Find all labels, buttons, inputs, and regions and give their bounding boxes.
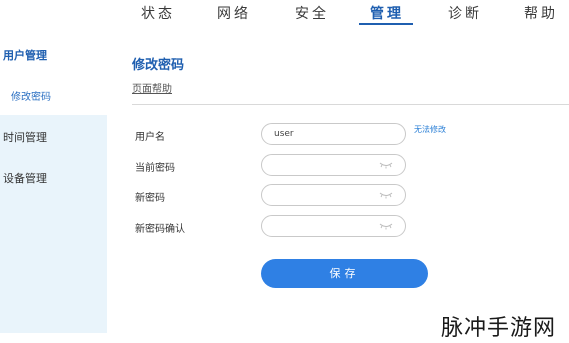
- cannot-modify-note: 无法修改: [414, 125, 446, 134]
- new-password-input[interactable]: [274, 188, 374, 202]
- sidebar-highlight-block: [0, 115, 107, 333]
- current-password-field[interactable]: [261, 154, 406, 176]
- username-input[interactable]: [274, 127, 374, 141]
- nav-item-network[interactable]: 网络: [217, 3, 251, 23]
- eye-closed-icon[interactable]: [379, 161, 393, 169]
- confirm-password-input[interactable]: [274, 219, 374, 233]
- page-title: 修改密码: [132, 58, 185, 73]
- new-password-field[interactable]: [261, 184, 406, 206]
- sidebar-item-user-management[interactable]: 用户管理: [3, 47, 47, 63]
- nav-item-status[interactable]: 状态: [141, 3, 175, 23]
- nav-active-indicator: [359, 23, 413, 25]
- sidebar-item-time-management[interactable]: 时间管理: [3, 129, 47, 145]
- sidebar-item-change-password[interactable]: 修改密码: [11, 88, 51, 103]
- new-password-label: 新密码: [135, 193, 165, 204]
- top-nav: 状态 网络 安全 管理 诊断 帮助: [0, 0, 569, 30]
- nav-item-diagnostics[interactable]: 诊断: [448, 3, 482, 23]
- divider: [132, 104, 569, 105]
- nav-item-security[interactable]: 安全: [295, 3, 329, 23]
- save-button[interactable]: 保存: [261, 259, 428, 288]
- username-label: 用户名: [135, 132, 165, 143]
- confirm-password-field[interactable]: [261, 215, 406, 237]
- nav-item-management[interactable]: 管理: [370, 3, 404, 23]
- username-field[interactable]: [261, 123, 406, 145]
- sidebar: [0, 30, 107, 343]
- current-password-label: 当前密码: [135, 163, 175, 174]
- eye-closed-icon[interactable]: [379, 222, 393, 230]
- nav-item-help[interactable]: 帮助: [524, 3, 558, 23]
- confirm-password-label: 新密码确认: [135, 224, 185, 235]
- sidebar-item-device-management[interactable]: 设备管理: [3, 170, 47, 186]
- eye-closed-icon[interactable]: [379, 191, 393, 199]
- watermark: 脉冲手游网: [441, 316, 557, 341]
- current-password-input[interactable]: [274, 158, 374, 172]
- page-help-link[interactable]: 页面帮助: [132, 80, 172, 95]
